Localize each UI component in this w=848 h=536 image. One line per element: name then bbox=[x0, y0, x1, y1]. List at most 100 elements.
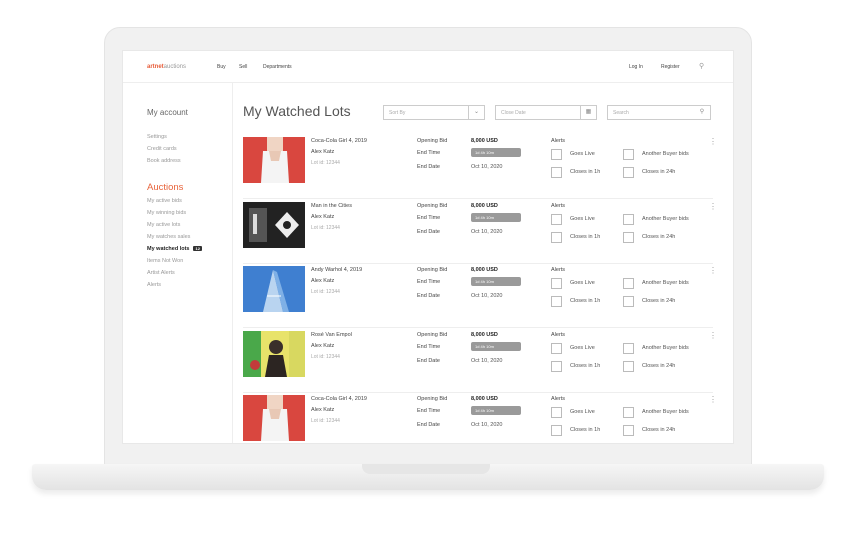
lot-row[interactable]: Rosé Van Empol Alex Katz Lot id: 12344 O… bbox=[243, 329, 717, 393]
lot-row[interactable]: Andy Warhol 4, 2019 Alex Katz Lot id: 12… bbox=[243, 264, 717, 328]
lot-image[interactable] bbox=[243, 137, 305, 183]
end-time-pill: 1d 4h 10m bbox=[471, 213, 521, 222]
end-date-value: Oct 10, 2020 bbox=[471, 164, 503, 170]
alerts-label: Alerts bbox=[551, 138, 566, 144]
sidebar-section-auctions: Auctions bbox=[147, 182, 184, 193]
sidebar-item-credit-cards[interactable]: Credit cards bbox=[147, 146, 177, 152]
lot-image[interactable] bbox=[243, 395, 305, 441]
alerts-label: Alerts bbox=[551, 396, 566, 402]
end-date-value: Oct 10, 2020 bbox=[471, 293, 503, 299]
more-options-icon[interactable]: ⋮ bbox=[709, 202, 717, 211]
lot-artist: Alex Katz bbox=[311, 149, 335, 155]
end-date-value: Oct 10, 2020 bbox=[471, 358, 503, 364]
another-buyer-checkbox[interactable] bbox=[623, 214, 634, 225]
sidebar-item-winning-bids[interactable]: My winning bids bbox=[147, 210, 186, 216]
opening-bid-value: 8,000 USD bbox=[471, 267, 498, 273]
opening-bid-label: Opening Bid bbox=[417, 332, 448, 338]
sidebar-title: My account bbox=[147, 108, 188, 117]
sidebar-item-artist-alerts[interactable]: Artist Alerts bbox=[147, 270, 175, 276]
register-link[interactable]: Register bbox=[661, 64, 680, 70]
sidebar-item-active-bids[interactable]: My active bids bbox=[147, 198, 182, 204]
closes-1h-checkbox[interactable] bbox=[551, 296, 562, 307]
goes-live-checkbox[interactable] bbox=[551, 214, 562, 225]
end-time-pill: 1d 4h 10m bbox=[471, 277, 521, 286]
closes-1h-checkbox[interactable] bbox=[551, 361, 562, 372]
closes-24h-checkbox[interactable] bbox=[623, 167, 634, 178]
alerts-label: Alerts bbox=[551, 203, 566, 209]
opening-bid-label: Opening Bid bbox=[417, 138, 448, 144]
chevron-down-icon: ⌄ bbox=[468, 106, 484, 119]
nav-link-sell[interactable]: Sell bbox=[239, 64, 247, 70]
another-buyer-label: Another Buyer bids bbox=[642, 409, 689, 415]
sidebar-item-items-not-won[interactable]: Items Not Won bbox=[147, 258, 183, 264]
lot-title[interactable]: Andy Warhol 4, 2019 bbox=[311, 267, 362, 273]
alerts-label: Alerts bbox=[551, 267, 566, 273]
sidebar-item-watches-sales[interactable]: My watches sales bbox=[147, 234, 190, 240]
closes-1h-label: Closes in 1h bbox=[570, 427, 601, 433]
end-date-label: End Date bbox=[417, 358, 440, 364]
end-date-value: Oct 10, 2020 bbox=[471, 422, 503, 428]
nav-link-buy[interactable]: Buy bbox=[217, 64, 226, 70]
end-time-label: End Time bbox=[417, 408, 441, 414]
login-link[interactable]: Log In bbox=[629, 64, 643, 70]
lot-image[interactable] bbox=[243, 266, 305, 312]
goes-live-checkbox[interactable] bbox=[551, 149, 562, 160]
sort-select[interactable]: Sort By ⌄ bbox=[383, 105, 485, 120]
nav-link-departments[interactable]: Departments bbox=[263, 64, 292, 70]
calendar-icon: ▦ bbox=[580, 106, 596, 119]
goes-live-checkbox[interactable] bbox=[551, 278, 562, 289]
lot-row[interactable]: Coca-Cola Girl 4, 2019 Alex Katz Lot id:… bbox=[243, 135, 717, 199]
opening-bid-value: 8,000 USD bbox=[471, 396, 498, 402]
lot-row[interactable]: Man in the Cities Alex Katz Lot id: 1234… bbox=[243, 200, 717, 264]
lot-title[interactable]: Coca-Cola Girl 4, 2019 bbox=[311, 138, 367, 144]
lot-title[interactable]: Man in the Cities bbox=[311, 203, 352, 209]
goes-live-checkbox[interactable] bbox=[551, 343, 562, 354]
lot-artist: Alex Katz bbox=[311, 214, 335, 220]
lot-title[interactable]: Coca-Cola Girl 4, 2019 bbox=[311, 396, 367, 402]
lot-image[interactable] bbox=[243, 331, 305, 377]
lot-image[interactable] bbox=[243, 202, 305, 248]
closes-24h-checkbox[interactable] bbox=[623, 361, 634, 372]
closes-24h-label: Closes in 24h bbox=[642, 169, 676, 175]
search-icon[interactable]: ⚲ bbox=[699, 62, 704, 70]
sidebar-item-active-lots[interactable]: My active lots bbox=[147, 222, 180, 228]
opening-bid-label: Opening Bid bbox=[417, 396, 448, 402]
top-nav: artnetauctions Buy Sell Departments Log … bbox=[123, 51, 733, 83]
more-options-icon[interactable]: ⋮ bbox=[709, 137, 717, 146]
closes-1h-checkbox[interactable] bbox=[551, 232, 562, 243]
closes-24h-checkbox[interactable] bbox=[623, 232, 634, 243]
lot-number: Lot id: 12344 bbox=[311, 289, 340, 295]
sidebar-item-book-address[interactable]: Book address bbox=[147, 158, 181, 164]
end-date-value: Oct 10, 2020 bbox=[471, 229, 503, 235]
closes-1h-checkbox[interactable] bbox=[551, 167, 562, 178]
lot-row[interactable]: Coca-Cola Girl 4, 2019 Alex Katz Lot id:… bbox=[243, 393, 717, 443]
sidebar-item-alerts[interactable]: Alerts bbox=[147, 282, 161, 288]
logo[interactable]: artnetauctions bbox=[147, 64, 186, 70]
closes-1h-checkbox[interactable] bbox=[551, 425, 562, 436]
lot-title[interactable]: Rosé Van Empol bbox=[311, 332, 352, 338]
close-date-picker[interactable]: Close Date ▦ bbox=[495, 105, 597, 120]
goes-live-label: Goes Live bbox=[570, 280, 595, 286]
search-input[interactable]: Search ⚲ bbox=[607, 105, 711, 120]
count-badge: 12 bbox=[193, 246, 202, 251]
closes-1h-label: Closes in 1h bbox=[570, 234, 601, 240]
another-buyer-checkbox[interactable] bbox=[623, 278, 634, 289]
sidebar-item-watched-lots[interactable]: My watched lots 12 bbox=[147, 246, 202, 252]
more-options-icon[interactable]: ⋮ bbox=[709, 331, 717, 340]
closes-24h-checkbox[interactable] bbox=[623, 425, 634, 436]
closes-24h-checkbox[interactable] bbox=[623, 296, 634, 307]
end-time-label: End Time bbox=[417, 279, 441, 285]
closes-24h-label: Closes in 24h bbox=[642, 427, 676, 433]
sidebar: My account Settings Credit cards Book ad… bbox=[123, 83, 233, 443]
more-options-icon[interactable]: ⋮ bbox=[709, 395, 717, 404]
end-date-label: End Date bbox=[417, 293, 440, 299]
goes-live-label: Goes Live bbox=[570, 151, 595, 157]
goes-live-checkbox[interactable] bbox=[551, 407, 562, 418]
another-buyer-checkbox[interactable] bbox=[623, 407, 634, 418]
more-options-icon[interactable]: ⋮ bbox=[709, 266, 717, 275]
sidebar-item-settings[interactable]: Settings bbox=[147, 134, 167, 140]
another-buyer-checkbox[interactable] bbox=[623, 149, 634, 160]
opening-bid-value: 8,000 USD bbox=[471, 138, 498, 144]
end-time-pill: 1d 4h 10m bbox=[471, 406, 521, 415]
another-buyer-checkbox[interactable] bbox=[623, 343, 634, 354]
